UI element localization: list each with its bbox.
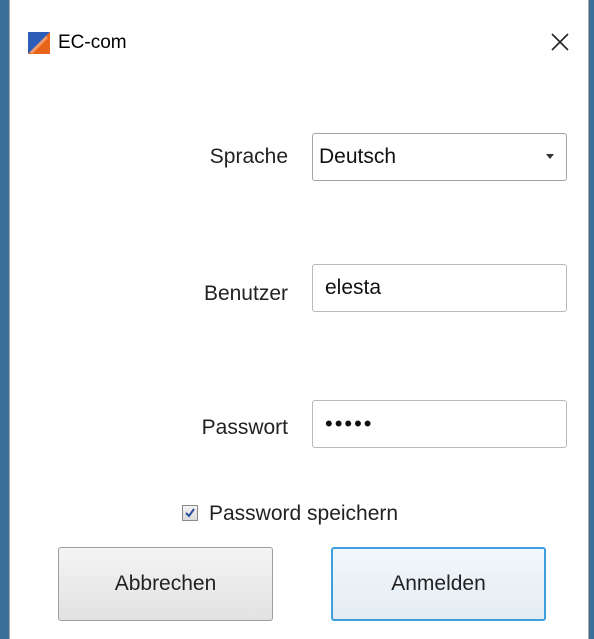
checkmark-icon [185, 508, 195, 518]
chevron-down-icon[interactable] [546, 154, 554, 159]
title-bar: EC-com [10, 0, 588, 88]
login-button[interactable]: Anmelden [331, 547, 546, 621]
app-logo-icon [28, 32, 50, 54]
remember-checkbox[interactable] [182, 505, 198, 521]
password-label: Passwort [201, 416, 288, 439]
language-value: Deutsch [319, 145, 397, 168]
window-title: EC-com [58, 32, 127, 53]
username-field[interactable]: elesta [312, 264, 567, 312]
user-label: Benutzer [203, 282, 288, 305]
cancel-button[interactable]: Abbrechen [58, 547, 273, 621]
login-dialog: EC-com Sprache Deutsch Benutzer elesta P… [9, 0, 589, 639]
username-value: elesta [325, 276, 382, 299]
remember-label: Password speichern [209, 502, 399, 525]
language-label: Sprache [209, 145, 288, 168]
password-field[interactable]: ••••• [312, 400, 567, 448]
password-value: ••••• [325, 411, 374, 436]
close-icon[interactable] [546, 28, 574, 56]
language-select[interactable]: Deutsch [312, 133, 567, 181]
